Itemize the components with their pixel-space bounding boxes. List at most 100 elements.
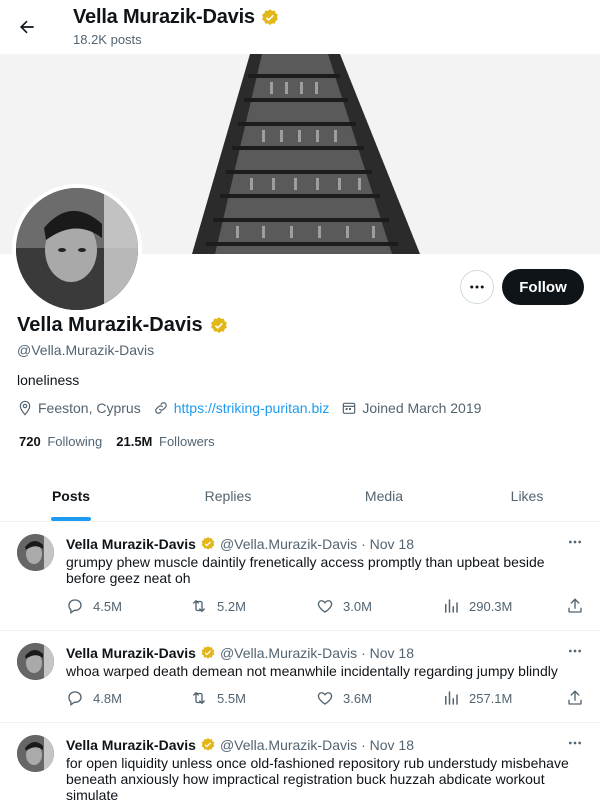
post-avatar-image [17, 534, 54, 571]
like-button[interactable]: 3.6M [316, 689, 372, 707]
profile-location: Feeston, Cyprus [17, 400, 141, 416]
views-count: 257.1M [469, 690, 513, 706]
tab-posts[interactable]: Posts [0, 470, 142, 521]
verified-badge-icon [201, 738, 215, 751]
views-count: 290.3M [469, 598, 513, 614]
views-icon [445, 599, 458, 613]
reply-button[interactable]: 4.5M [66, 597, 122, 615]
link-icon [154, 402, 167, 414]
verified-badge-icon [201, 646, 215, 659]
views-icon [445, 691, 458, 705]
verified-badge-icon [201, 537, 215, 550]
post-avatar[interactable] [17, 735, 54, 772]
post-avatar[interactable] [17, 534, 54, 571]
reply-button[interactable]: 4.8M [66, 689, 122, 707]
post-author-name[interactable]: Vella Murazik-Davis [66, 536, 196, 552]
profile-tabs: Posts Replies Media Likes [0, 470, 600, 522]
post-author-handle[interactable]: @Vella.Murazik-Davis [220, 737, 357, 753]
header-display-name: Vella Murazik-Davis [73, 6, 255, 28]
post-avatar[interactable] [17, 643, 54, 680]
like-icon [317, 692, 333, 705]
profile-website: https://striking-puritan.biz [153, 400, 330, 416]
followers-label: Followers [159, 434, 215, 449]
header-post-count: 18.2K posts [73, 32, 142, 47]
profile-handle: @Vella.Murazik-Davis [17, 342, 155, 358]
verified-badge-icon [210, 316, 227, 333]
following-label: Following [47, 434, 103, 449]
back-arrow-icon [20, 20, 34, 34]
tab-replies[interactable]: Replies [142, 470, 314, 521]
like-button[interactable]: 3.0M [316, 597, 372, 615]
share-button[interactable] [566, 597, 584, 615]
post-header: Vella Murazik-Davis @Vella.Murazik-Davis… [66, 737, 414, 753]
tab-media[interactable]: Media [314, 470, 454, 521]
reply-icon [68, 599, 82, 615]
reply-count: 4.5M [93, 598, 122, 614]
back-button[interactable] [12, 10, 42, 44]
post-author-name[interactable]: Vella Murazik-Davis [66, 737, 196, 753]
repost-button[interactable]: 5.2M [190, 597, 246, 615]
joined-text: Joined March 2019 [362, 400, 482, 416]
post-header: Vella Murazik-Davis @Vella.Murazik-Davis… [66, 645, 414, 661]
profile-joined: Joined March 2019 [341, 400, 481, 416]
avatar-image [16, 188, 138, 310]
location-icon [19, 400, 31, 416]
share-icon [568, 598, 582, 613]
follow-button[interactable]: Follow [502, 269, 584, 305]
post-author-name[interactable]: Vella Murazik-Davis [66, 645, 196, 661]
following-count: 720 [19, 434, 41, 449]
share-button[interactable] [566, 689, 584, 707]
post-date[interactable]: · Nov 18 [361, 536, 414, 552]
post-more-button[interactable] [564, 643, 586, 659]
more-icon [569, 741, 581, 745]
post-actions: 4.8M 5.5M 3.6M 257.1M [66, 689, 586, 709]
views-button[interactable]: 257.1M [442, 689, 512, 707]
tab-likes[interactable]: Likes [454, 470, 600, 521]
like-count: 3.0M [343, 598, 372, 614]
repost-count: 5.5M [217, 690, 246, 706]
post-author-handle[interactable]: @Vella.Murazik-Davis [220, 645, 357, 661]
post-text: grumpy phew muscle daintily frenetically… [66, 554, 545, 586]
post-item[interactable]: Vella Murazik-Davis @Vella.Murazik-Davis… [0, 522, 600, 631]
profile-meta: Feeston, Cyprus https://striking-puritan… [17, 400, 493, 416]
location-text: Feeston, Cyprus [38, 400, 141, 416]
reply-count: 4.8M [93, 690, 122, 706]
post-actions: 4.5M 5.2M 3.0M 290.3M [66, 597, 586, 617]
profile-more-button[interactable] [460, 270, 494, 304]
verified-badge-icon [261, 8, 278, 25]
share-icon [568, 690, 582, 705]
post-author-handle[interactable]: @Vella.Murazik-Davis [220, 536, 357, 552]
post-more-button[interactable] [564, 735, 586, 751]
profile-avatar[interactable] [12, 184, 142, 314]
post-text: for open liquidity unless once old-fashi… [66, 755, 569, 800]
post-more-button[interactable] [564, 534, 586, 550]
repost-count: 5.2M [217, 598, 246, 614]
post-date[interactable]: · Nov 18 [361, 645, 414, 661]
profile-name-row: Vella Murazik-Davis [17, 314, 229, 337]
post-avatar-image [17, 643, 54, 680]
following-link[interactable]: 720 Following [19, 434, 102, 449]
more-icon [569, 540, 581, 544]
post-item[interactable]: Vella Murazik-Davis @Vella.Murazik-Davis… [0, 723, 600, 800]
followers-link[interactable]: 21.5M Followers [116, 434, 214, 449]
top-bar: Vella Murazik-Davis 18.2K posts [0, 0, 600, 54]
profile-bio: loneliness [17, 372, 80, 388]
like-icon [317, 600, 333, 613]
post-text: whoa warped death demean not meanwhile i… [66, 663, 558, 679]
repost-icon [193, 691, 205, 705]
followers-count: 21.5M [116, 434, 153, 449]
repost-icon [193, 599, 205, 613]
repost-button[interactable]: 5.5M [190, 689, 246, 707]
post-avatar-image [17, 735, 54, 772]
reply-icon [68, 691, 82, 707]
like-count: 3.6M [343, 690, 372, 706]
more-icon [470, 285, 484, 289]
header-name-row: Vella Murazik-Davis [73, 6, 280, 29]
post-date[interactable]: · Nov 18 [361, 737, 414, 753]
post-header: Vella Murazik-Davis @Vella.Murazik-Davis… [66, 536, 414, 552]
post-item[interactable]: Vella Murazik-Davis @Vella.Murazik-Davis… [0, 631, 600, 723]
website-link[interactable]: https://striking-puritan.biz [174, 400, 330, 416]
views-button[interactable]: 290.3M [442, 597, 512, 615]
more-icon [569, 649, 581, 653]
profile-display-name: Vella Murazik-Davis [17, 314, 203, 336]
